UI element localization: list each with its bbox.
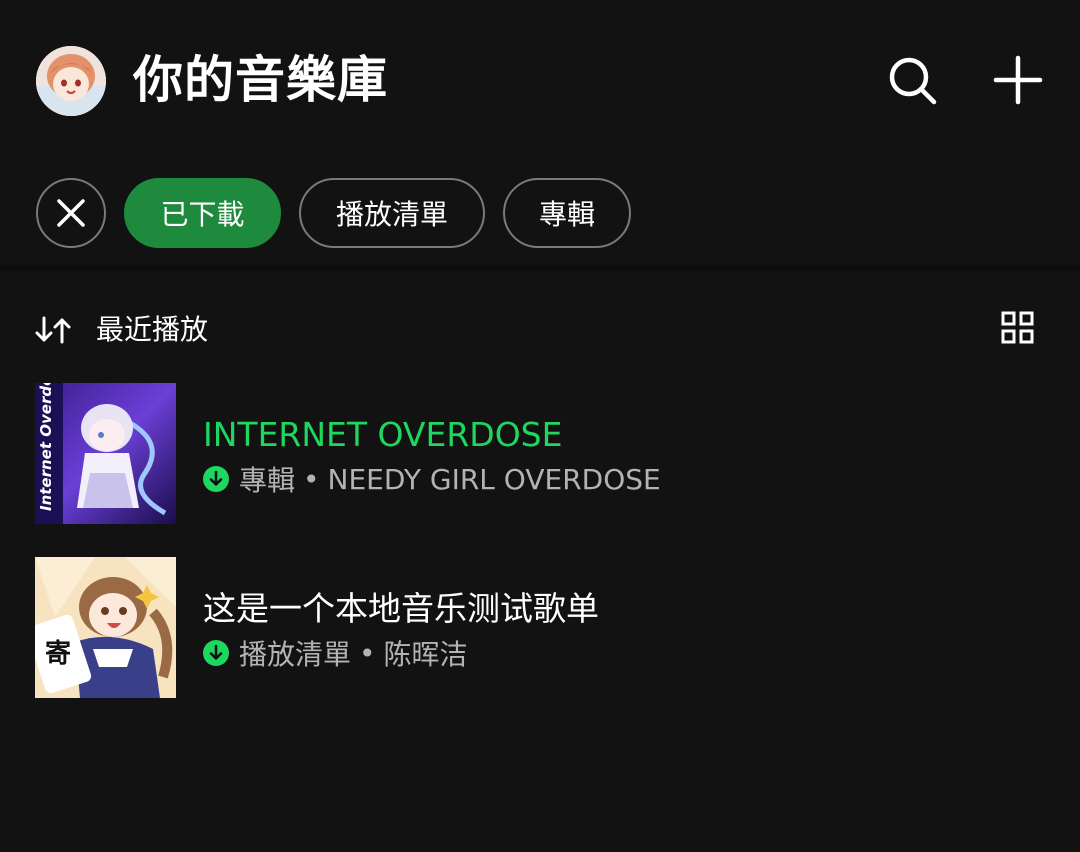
library-item[interactable]: Internet Overdose INTERNET OVERDOSE 專輯 •…	[0, 383, 1080, 525]
item-owner: 陈晖洁	[383, 638, 468, 671]
profile-avatar[interactable]	[36, 46, 106, 116]
item-owner: NEEDY GIRL OVERDOSE	[327, 462, 661, 496]
close-icon	[57, 199, 85, 227]
sort-arrows-icon	[35, 316, 71, 344]
search-icon	[889, 57, 937, 105]
item-title: 这是一个本地音乐测试歌单	[203, 589, 599, 628]
clear-filter-button[interactable]	[36, 178, 106, 248]
item-title: INTERNET OVERDOSE	[203, 415, 563, 454]
sort-button[interactable]	[34, 314, 72, 346]
header-divider	[0, 266, 1080, 274]
item-type: 專輯	[239, 464, 296, 497]
page-title: 你的音樂庫	[133, 51, 388, 109]
separator-dot: •	[359, 636, 376, 670]
add-button[interactable]	[990, 52, 1046, 108]
avatar-image	[36, 46, 106, 116]
filter-chips: 已下載 播放清單 專輯	[0, 178, 1080, 252]
playlist-cover: 寄	[35, 557, 176, 698]
sort-label[interactable]: 最近播放	[96, 310, 208, 350]
plus-icon	[993, 55, 1043, 105]
grid-icon	[1001, 311, 1034, 344]
item-subtitle: 專輯 • NEEDY GIRL OVERDOSE	[203, 459, 661, 499]
filter-chip-downloaded[interactable]: 已下載	[124, 178, 281, 248]
grid-view-button[interactable]	[1000, 310, 1036, 346]
playlist-art-image: 寄	[35, 557, 176, 698]
cover-text: 寄	[45, 638, 71, 669]
library-item[interactable]: 寄 这是一个本地音乐测试歌单 播放清單 • 陈晖洁	[0, 557, 1080, 699]
filter-chip-albums[interactable]: 專輯	[503, 178, 631, 248]
album-cover: Internet Overdose	[35, 383, 176, 524]
downloaded-icon	[203, 640, 229, 666]
library-header: 你的音樂庫	[0, 0, 1080, 160]
downloaded-icon	[203, 466, 229, 492]
item-subtitle: 播放清單 • 陈晖洁	[203, 633, 468, 673]
album-art-image: Internet Overdose	[35, 383, 176, 524]
search-button[interactable]	[884, 52, 940, 108]
separator-dot: •	[303, 462, 320, 496]
item-type: 播放清單	[239, 638, 352, 671]
filter-chip-playlists[interactable]: 播放清單	[299, 178, 485, 248]
sort-row: 最近播放	[0, 300, 1080, 360]
cover-text: Internet Overdose	[37, 383, 55, 511]
